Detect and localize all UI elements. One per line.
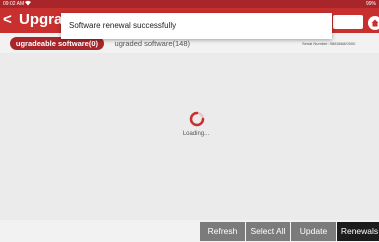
refresh-button[interactable]: Refresh: [200, 222, 245, 241]
home-icon: [371, 19, 379, 27]
select-all-button[interactable]: Select All: [246, 222, 290, 241]
loading-text: Loading...: [182, 131, 210, 137]
search-input[interactable]: [333, 15, 363, 29]
bottom-toolbar: Refresh Select All Update Renewals: [0, 220, 379, 242]
battery-status: 99%: [365, 1, 376, 7]
renewals-button[interactable]: Renewals: [337, 222, 379, 241]
status-time: 09:02 AM: [3, 1, 25, 7]
update-button[interactable]: Update: [291, 222, 336, 241]
loading-spinner-icon: [189, 111, 205, 127]
home-button[interactable]: [368, 16, 379, 30]
serial-number: Serial Number: 9883668/0000: [302, 41, 356, 46]
back-icon[interactable]: <: [3, 11, 12, 29]
status-bar: 09:02 AM 99%: [0, 0, 379, 8]
toast-message: Software renewal successfully: [61, 13, 332, 39]
